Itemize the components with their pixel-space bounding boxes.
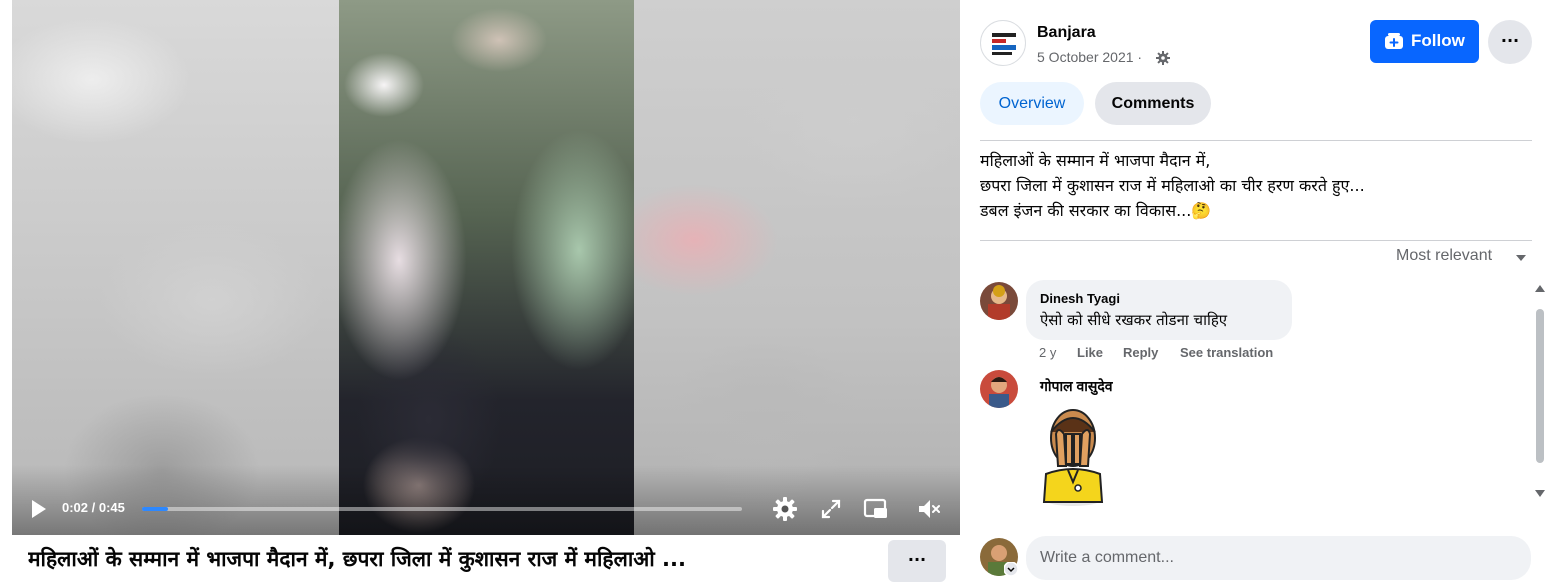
follow-button-label: Follow [1411, 31, 1465, 50]
follow-page-icon [1385, 33, 1403, 49]
caption-line: महिलाओं के सम्मान में भाजपा मैदान में, [980, 151, 1211, 170]
divider [980, 140, 1532, 141]
video-controls: 0:02 / 0:45 [12, 486, 960, 532]
avatar[interactable] [980, 282, 1018, 320]
avatar[interactable] [980, 370, 1018, 408]
follow-button[interactable]: Follow [1370, 20, 1479, 63]
settings-gear-icon[interactable] [772, 496, 798, 522]
page-logo-icon [992, 33, 1016, 55]
muted-volume-icon[interactable] [916, 496, 942, 522]
caption-line: डबल इंजन की सरकार का विकास...🤔 [980, 201, 1212, 220]
video-blur-right [634, 0, 960, 535]
comment-bubble: Dinesh Tyagi ऐसो को सीधे रखकर तोडना चाहि… [1026, 280, 1292, 340]
tab-overview[interactable]: Overview [980, 82, 1084, 125]
video-progress-bar[interactable] [142, 507, 742, 511]
caption-line: छपरा जिला में कुशासन राज में महिलाओ का च… [980, 176, 1365, 195]
title-more-button[interactable]: ··· [888, 540, 946, 582]
comment-like-button[interactable]: Like [1077, 345, 1103, 360]
comment-sort-dropdown[interactable]: Most relevant [1396, 247, 1492, 265]
post-caption: महिलाओं के सम्मान में भाजपा मैदान में, छ… [980, 148, 1510, 223]
scroll-up-arrow-icon[interactable] [1535, 283, 1545, 293]
post-title: महिलाओं के सम्मान में भाजपा मैदान में, छ… [28, 547, 686, 571]
play-icon[interactable] [26, 497, 50, 521]
page-avatar[interactable] [980, 20, 1026, 66]
account-switch-chevron-icon[interactable] [1004, 562, 1018, 576]
comment-input[interactable] [1040, 536, 1520, 580]
video-blur-left [12, 0, 339, 535]
video-progress-fill [142, 507, 169, 511]
fullscreen-icon[interactable] [818, 496, 844, 522]
page-name[interactable]: Banjara [1037, 24, 1096, 42]
scrollbar-thumb[interactable] [1536, 309, 1544, 463]
comment-author[interactable]: Dinesh Tyagi [1040, 291, 1120, 306]
scroll-down-arrow-icon[interactable] [1535, 489, 1545, 499]
comment-text: ऐसो को सीधे रखकर तोडना चाहिए [1040, 311, 1228, 329]
video-player[interactable]: 0:02 / 0:45 [12, 0, 960, 535]
video-frame [339, 0, 634, 535]
comment-author[interactable]: गोपाल वासुदेव [1040, 377, 1113, 396]
post-more-button[interactable]: ··· [1488, 20, 1532, 64]
comment-composer [1026, 536, 1531, 580]
face-palm-sticker [1038, 404, 1108, 508]
chevron-down-icon [1516, 255, 1526, 261]
divider [980, 240, 1532, 241]
comment-age[interactable]: 2 y [1039, 345, 1056, 360]
see-translation-link[interactable]: See translation [1180, 345, 1273, 360]
picture-in-picture-icon[interactable] [863, 496, 889, 522]
video-time: 0:02 / 0:45 [62, 500, 125, 515]
post-panel: Banjara 5 October 2021 · Follow ··· Over… [960, 0, 1552, 586]
privacy-settings-icon [1156, 51, 1170, 65]
tab-comments[interactable]: Comments [1095, 82, 1211, 125]
comment-reply-button[interactable]: Reply [1123, 345, 1158, 360]
comments-scrollbar[interactable] [1534, 283, 1546, 499]
post-date[interactable]: 5 October 2021 · [1037, 49, 1142, 65]
